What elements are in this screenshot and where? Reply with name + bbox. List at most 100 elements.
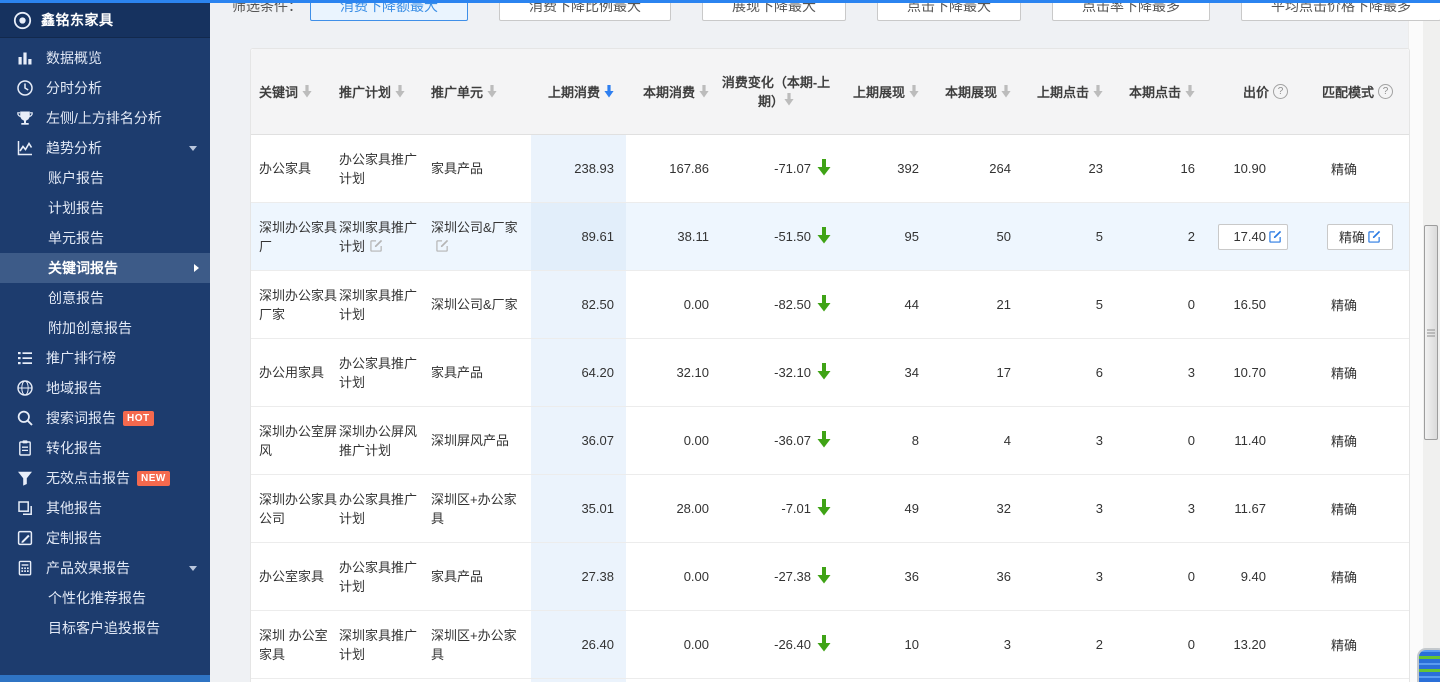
change-down-icon xyxy=(817,363,831,383)
sidebar-item-unit-report[interactable]: 单元报告 xyxy=(0,223,210,253)
cell-cost-change: -51.50 xyxy=(721,203,839,270)
cell-cost-change: -36.07 xyxy=(721,407,839,474)
cell-prev-cost: 89.61 xyxy=(531,203,626,270)
filter-option-button[interactable]: 点击率下降最多 xyxy=(1052,0,1210,21)
edit-bid-icon xyxy=(1269,230,1282,243)
filter-option-button[interactable]: 点击下降最大 xyxy=(877,0,1021,21)
cell-cur-impressions: 17 xyxy=(931,339,1023,406)
pencil-square-icon xyxy=(16,529,34,547)
cell-cur-cost: 38.11 xyxy=(626,203,721,270)
cell-unit: 深圳公司&厂家 xyxy=(431,271,531,338)
keyword-report-table: 关键词 推广计划 推广单元 上期消费 本期消费 消费变化（本期-上期） 上期展现… xyxy=(250,48,1410,682)
brand-logo-icon xyxy=(13,11,32,30)
column-header[interactable]: 推广单元 xyxy=(431,49,531,134)
sidebar-item-other-report[interactable]: 其他报告 xyxy=(0,493,210,523)
column-header[interactable]: 本期消费 xyxy=(626,49,721,134)
globe-icon xyxy=(16,379,34,397)
edit-unit-icon[interactable] xyxy=(436,239,449,252)
column-header[interactable]: 上期展现 xyxy=(839,49,931,134)
sidebar-item-plan-report[interactable]: 计划报告 xyxy=(0,193,210,223)
cell-cost-change: -71.07 xyxy=(721,135,839,202)
floating-service-widget[interactable] xyxy=(1417,648,1440,682)
sort-icon xyxy=(1001,85,1011,98)
filter-option-button[interactable]: 平均点击价格下降最多 xyxy=(1241,0,1440,21)
edit-plan-icon[interactable] xyxy=(370,239,383,252)
table-row[interactable]: 深圳办公室屏风 深圳办公屏风推广计划 深圳屏风产品 36.07 0.00 -36… xyxy=(251,407,1409,475)
change-down-icon xyxy=(817,295,831,315)
sidebar-item-keyword-report[interactable]: 关键词报告 xyxy=(0,253,210,283)
cell-prev-cost: 238.93 xyxy=(531,135,626,202)
filter-option-button[interactable]: 展现下降最大 xyxy=(702,0,846,21)
top-accent-strip xyxy=(0,0,1440,3)
sidebar-item-rank-analysis[interactable]: 左侧/上方排名分析 xyxy=(0,103,210,133)
filter-option-button[interactable]: 消费下降额最大 xyxy=(310,0,468,21)
column-header[interactable]: 消费变化（本期-上期） xyxy=(721,49,839,134)
table-row[interactable]: 深圳办公家具厂 深圳家具推广计划 深圳公司&厂家 89.61 38.11 -51… xyxy=(251,203,1409,271)
cell-prev-cost: 35.01 xyxy=(531,475,626,542)
cell-prev-impressions: 392 xyxy=(839,135,931,202)
sidebar-item-creative-report[interactable]: 创意报告 xyxy=(0,283,210,313)
sidebar-bottom-strip xyxy=(0,675,210,682)
table-row[interactable]: 办公家具 办公家具推广计划 家具产品 238.93 167.86 -71.07 … xyxy=(251,135,1409,203)
sidebar-item-account-report[interactable]: 账户报告 xyxy=(0,163,210,193)
sort-desc-active-icon xyxy=(604,85,614,98)
table-row[interactable]: 办公室家具 办公家具推广计划 家具产品 27.38 0.00 -27.38 36… xyxy=(251,543,1409,611)
sidebar-item-invalid-click-report[interactable]: 无效点击报告 NEW xyxy=(0,463,210,493)
cell-keyword: 深圳办公家具厂家 xyxy=(251,271,339,338)
sidebar-item-region-report[interactable]: 地域报告 xyxy=(0,373,210,403)
sidebar-item-personalized-recommend-report[interactable]: 个性化推荐报告 xyxy=(0,583,210,613)
table-row[interactable]: 深圳 办公室家具 深圳家具推广计划 深圳区+办公家具 26.40 0.00 -2… xyxy=(251,611,1409,679)
cell-cur-impressions: 3 xyxy=(931,611,1023,678)
column-header[interactable]: 关键词 xyxy=(251,49,339,134)
cell-bid: 17.40 17.40 xyxy=(1207,203,1302,270)
chevron-right-icon xyxy=(194,264,199,272)
bid-edit-box[interactable]: 17.40 xyxy=(1218,224,1288,250)
cell-cost-change: -7.01 xyxy=(721,475,839,542)
cell-cur-clicks: 0 xyxy=(1115,611,1207,678)
cell-plan: 深圳家具推广计划 xyxy=(339,203,431,270)
table-row[interactable]: 深圳办公家具厂家 深圳家具推广计划 深圳公司&厂家 82.50 0.00 -82… xyxy=(251,271,1409,339)
cell-prev-clicks: 5 xyxy=(1023,271,1115,338)
sidebar-item-conversion-report[interactable]: 转化报告 xyxy=(0,433,210,463)
column-header[interactable]: 本期点击 xyxy=(1115,49,1207,134)
help-icon[interactable]: ? xyxy=(1378,84,1393,99)
cell-cur-cost: 0.00 xyxy=(626,611,721,678)
column-header[interactable]: 出价? xyxy=(1207,49,1302,134)
table-row[interactable]: 办公用家具 办公家具推广计划 家具产品 64.20 32.10 -32.10 3… xyxy=(251,339,1409,407)
column-header[interactable]: 上期点击 xyxy=(1023,49,1115,134)
sidebar-item-time-analysis[interactable]: 分时分析 xyxy=(0,73,210,103)
sidebar-item-search-term-report[interactable]: 搜索词报告 HOT xyxy=(0,403,210,433)
table-row[interactable]: 深圳办公家具公司 办公家具推广计划 深圳区+办公家具 35.01 28.00 -… xyxy=(251,475,1409,543)
cell-unit: 深圳屏风产品 xyxy=(431,407,531,474)
sidebar-item-data-overview[interactable]: 数据概览 xyxy=(0,43,210,73)
column-header[interactable]: 本期展现 xyxy=(931,49,1023,134)
filter-label: 筛选条件： xyxy=(232,0,302,21)
cell-cur-impressions: 4 xyxy=(931,407,1023,474)
sidebar-item-target-customer-report[interactable]: 目标客户追投报告 xyxy=(0,613,210,643)
sidebar-item-trend-analysis[interactable]: 趋势分析 xyxy=(0,133,210,163)
filter-option-button[interactable]: 消费下降比例最大 xyxy=(499,0,671,21)
cell-match-mode: 精确 精确 xyxy=(1302,611,1409,678)
vertical-scrollbar[interactable] xyxy=(1423,0,1440,682)
clipboard-icon xyxy=(16,439,34,457)
sidebar-item-extra-creative-report[interactable]: 附加创意报告 xyxy=(0,313,210,343)
match-edit-box[interactable]: 精确 xyxy=(1327,224,1393,250)
column-header[interactable]: 推广计划 xyxy=(339,49,431,134)
cell-plan: 办公家具推广计划 xyxy=(339,475,431,542)
help-icon[interactable]: ? xyxy=(1273,84,1288,99)
sidebar-item-product-effect-report[interactable]: 产品效果报告 xyxy=(0,553,210,583)
scrollbar-thumb[interactable] xyxy=(1424,225,1438,440)
sort-icon xyxy=(1093,85,1103,98)
column-header[interactable]: 上期消费 xyxy=(531,49,626,134)
cell-cur-clicks: 2 xyxy=(1115,203,1207,270)
sidebar-item-promo-ranking[interactable]: 推广排行榜 xyxy=(0,343,210,373)
cell-plan: 深圳家具推广计划 xyxy=(339,271,431,338)
cell-bid: 9.40 9.40 xyxy=(1207,543,1302,610)
cell-cur-cost: 167.86 xyxy=(626,135,721,202)
sidebar-item-custom-report[interactable]: 定制报告 xyxy=(0,523,210,553)
cell-unit: 深圳区+办公家具 xyxy=(431,475,531,542)
cell-match-mode: 精确 精确 xyxy=(1302,203,1409,270)
column-header[interactable]: 匹配模式? xyxy=(1302,49,1409,134)
cell-cur-clicks: 0 xyxy=(1115,271,1207,338)
cell-match-mode: 精确 精确 xyxy=(1302,475,1409,542)
